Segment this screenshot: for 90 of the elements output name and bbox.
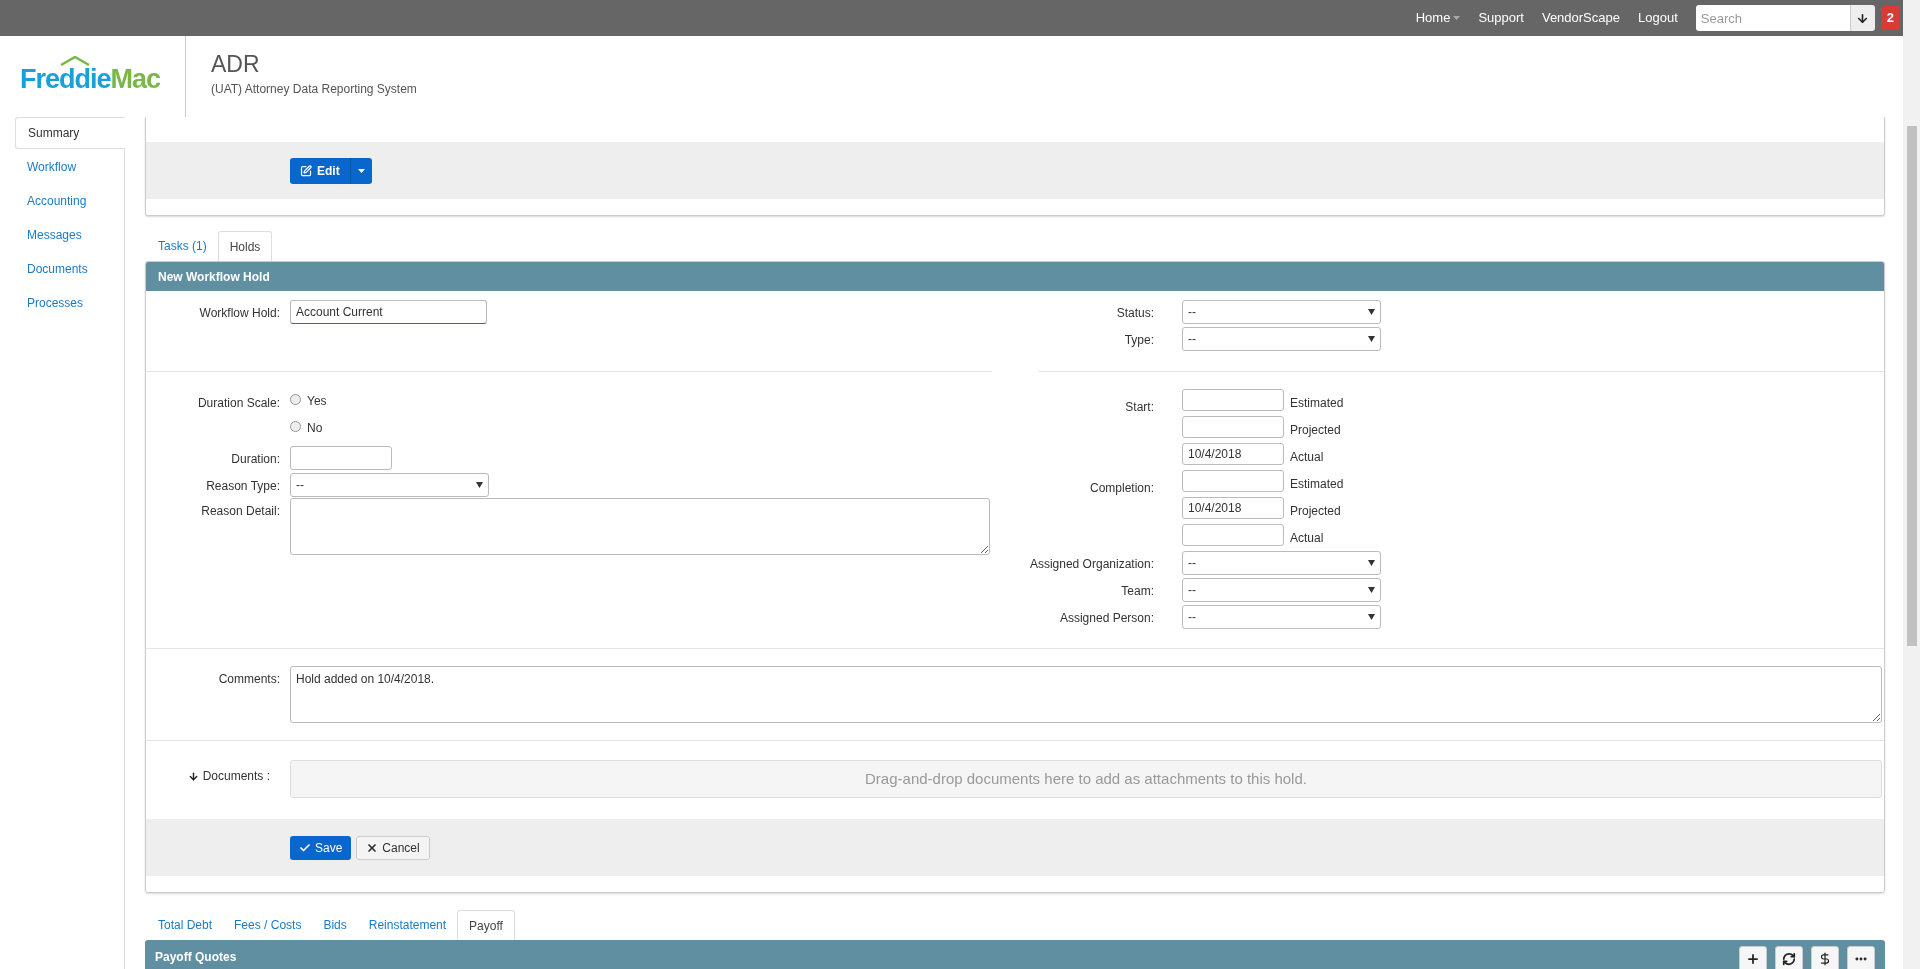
comments-area[interactable]: Hold added on 10/4/2018. — [290, 666, 1882, 723]
tab[interactable]: Bids — [312, 909, 358, 940]
sidebar-item[interactable]: Messages — [15, 219, 124, 251]
caret-icon — [357, 168, 365, 173]
input-field[interactable] — [290, 445, 392, 470]
sidebar-item[interactable]: Workflow — [15, 151, 124, 183]
nav-link[interactable]: VendorScape — [1541, 8, 1620, 28]
date-field[interactable] — [1182, 389, 1284, 411]
date-caption: Estimated — [1290, 475, 1344, 493]
caret-icon — [1368, 614, 1375, 620]
edit-button[interactable]: Edit — [290, 157, 350, 184]
date-caption: Projected — [1290, 502, 1341, 520]
download-button[interactable] — [1849, 5, 1875, 31]
date-caption: Actual — [1290, 448, 1324, 466]
date-caption: Estimated — [1290, 394, 1344, 412]
field-label: Type: — [1124, 333, 1154, 347]
close-icon — [366, 841, 379, 854]
field-label: Documents : — [202, 768, 270, 785]
date-field[interactable]: 10/4/2018 — [1182, 497, 1284, 519]
caret-icon — [1368, 560, 1375, 566]
field-label: Status: — [1116, 306, 1154, 320]
nav-link[interactable]: Logout — [1638, 8, 1678, 28]
arrow-down-icon — [187, 770, 199, 782]
select-field[interactable]: -- — [1182, 327, 1381, 351]
sidebar-item[interactable]: Accounting — [15, 185, 124, 217]
radio-label: Yes — [307, 393, 327, 410]
radio-button[interactable] — [290, 394, 301, 405]
app-subtitle: (UAT) Attorney Data Reporting System — [211, 81, 417, 98]
date-field[interactable] — [1182, 470, 1284, 492]
arrow-down-icon — [1856, 11, 1870, 25]
date-caption: Projected — [1290, 421, 1341, 439]
date-caption: Actual — [1290, 529, 1324, 547]
tab[interactable]: Reinstatement — [357, 909, 458, 940]
field-label: Reason Type: — [206, 478, 280, 493]
caret-icon — [1453, 16, 1461, 20]
dollar-icon — [1818, 952, 1832, 966]
nav-link[interactable]: Support — [1478, 8, 1524, 28]
date-field[interactable]: 10/4/2018 — [1182, 443, 1284, 465]
logo: FreddieMac — [20, 60, 161, 93]
field-label: Reason Detail: — [201, 504, 280, 518]
dropdown-toggle[interactable] — [349, 157, 372, 184]
field-label: Workflow Hold: — [199, 306, 280, 320]
tool-button[interactable] — [1739, 946, 1767, 969]
text-area[interactable] — [290, 498, 990, 555]
date-field[interactable] — [1182, 416, 1284, 438]
sidebar-item[interactable]: Summary — [15, 117, 125, 149]
plus-icon — [1746, 952, 1760, 966]
search-field[interactable]: Search — [1695, 5, 1850, 31]
tool-button[interactable] — [1775, 946, 1803, 969]
field-label: Assigned Organization: — [1029, 557, 1154, 571]
scrollbar[interactable] — [1903, 0, 1920, 969]
sidebar-item[interactable]: Processes — [15, 287, 124, 319]
date-field[interactable] — [1182, 524, 1284, 546]
app-title: ADR — [211, 50, 261, 78]
radio-label: No — [307, 420, 323, 437]
tool-button[interactable] — [1811, 946, 1839, 969]
sidebar-item[interactable]: Documents — [15, 253, 124, 285]
select-field[interactable]: -- — [1182, 551, 1381, 575]
refresh-icon — [1782, 952, 1796, 966]
field-label: Duration Scale: — [197, 396, 280, 410]
nav-link[interactable]: Home — [1415, 8, 1461, 28]
check-icon — [299, 841, 311, 854]
tab[interactable]: Holds — [217, 231, 273, 262]
field-label: Completion: — [1089, 481, 1154, 495]
tab[interactable]: Payoff — [457, 910, 515, 941]
cancel-button[interactable]: Cancel — [356, 835, 430, 860]
input-field[interactable]: Account Current — [290, 300, 487, 324]
field-label: Assigned Person: — [1059, 611, 1154, 625]
tab[interactable]: Tasks (1) — [147, 230, 218, 261]
select-field[interactable]: -- — [1182, 578, 1381, 602]
radio-button[interactable] — [290, 421, 301, 432]
field-label: Team: — [1121, 584, 1154, 598]
field-label: Comments: — [218, 672, 280, 686]
select-field[interactable]: -- — [1182, 605, 1381, 629]
panel-title: Payoff Quotes — [155, 949, 237, 966]
tab[interactable]: Total Debt — [147, 909, 224, 940]
panel-title: New Workflow Hold — [158, 268, 270, 286]
caret-icon — [1368, 336, 1375, 342]
edit-icon — [300, 164, 312, 177]
caret-icon — [1368, 309, 1375, 315]
caret-icon — [476, 481, 483, 488]
roof-icon — [60, 56, 90, 66]
select-field[interactable]: -- — [1182, 300, 1381, 324]
field-label: Start: — [1125, 400, 1154, 414]
save-button[interactable]: Save — [290, 835, 352, 860]
field-label: Duration: — [231, 451, 280, 466]
tab[interactable]: Fees / Costs — [223, 909, 313, 940]
notification-badge[interactable]: 2 — [1880, 6, 1900, 30]
caret-icon — [1368, 587, 1375, 593]
select-field[interactable]: -- — [290, 472, 489, 497]
